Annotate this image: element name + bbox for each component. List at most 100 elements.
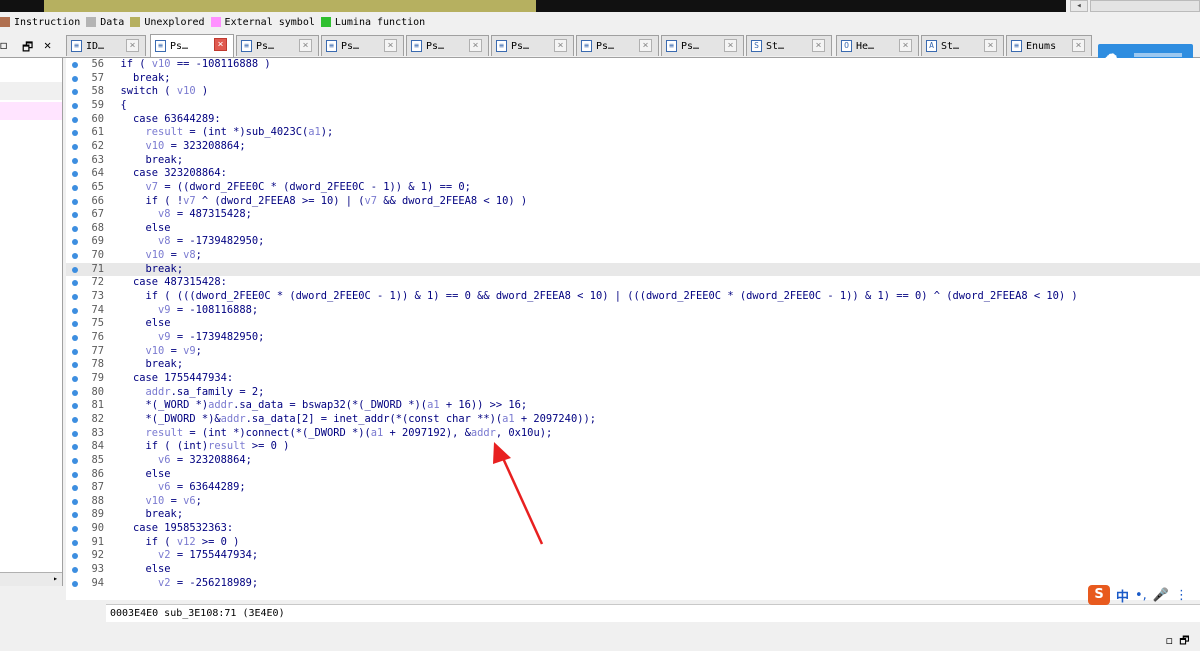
tab-close-icon[interactable]: × [639, 39, 652, 52]
breakpoint-dot-icon[interactable] [72, 294, 78, 301]
code-line[interactable]: 69 v8 = -1739482950; [66, 235, 1200, 249]
ime-punctuation-toggle[interactable]: •, [1135, 588, 1147, 603]
code-line[interactable]: 77 v10 = v9; [66, 345, 1200, 359]
nav-scrollbar[interactable] [1090, 0, 1200, 12]
tab-pseudocode[interactable]: ≡ Ps… × [150, 34, 234, 57]
breakpoint-dot-icon[interactable] [72, 416, 78, 423]
tab-pseudocode[interactable]: ≡ Ps… × [491, 35, 574, 56]
code-line[interactable]: 82 *(_DWORD *)&addr.sa_data[2] = inet_ad… [66, 413, 1200, 427]
more-options-icon[interactable]: ⋮ [1175, 588, 1188, 603]
ime-toolbar[interactable]: S 中 •, 🎤 ⋮ [1088, 584, 1188, 606]
tab-close-icon[interactable]: × [126, 39, 139, 52]
code-line[interactable]: 80 addr.sa_family = 2; [66, 386, 1200, 400]
breakpoint-dot-icon[interactable] [72, 212, 78, 219]
code-line[interactable]: 58 switch ( v10 ) [66, 85, 1200, 99]
code-line[interactable]: 74 v9 = -108116888; [66, 304, 1200, 318]
code-line[interactable]: 75 else [66, 317, 1200, 331]
code-line[interactable]: 66 if ( !v7 ^ (dword_2FEEA8 >= 10) | (v7… [66, 195, 1200, 209]
breakpoint-dot-icon[interactable] [72, 157, 78, 164]
code-line[interactable]: 57 break; [66, 72, 1200, 86]
tab-close-icon[interactable]: × [469, 39, 482, 52]
tab-pseudocode[interactable]: ≡ Ps… × [661, 35, 744, 56]
tab-close-icon[interactable]: × [812, 39, 825, 52]
breakpoint-dot-icon[interactable] [72, 116, 78, 123]
code-line[interactable]: 91 if ( v12 >= 0 ) [66, 536, 1200, 550]
tab-close-icon[interactable]: × [899, 39, 912, 52]
breakpoint-dot-icon[interactable] [72, 553, 78, 560]
breakpoint-dot-icon[interactable] [72, 471, 78, 478]
code-line[interactable]: 72 case 487315428: [66, 276, 1200, 290]
code-line[interactable]: 79 case 1755447934: [66, 372, 1200, 386]
breakpoint-dot-icon[interactable] [72, 389, 78, 396]
code-line[interactable]: 93 else [66, 563, 1200, 577]
code-line[interactable]: 81 *(_WORD *)addr.sa_data = bswap32(*(_D… [66, 399, 1200, 413]
restore-icon[interactable]: 🗗 [22, 38, 33, 59]
breakpoint-dot-icon[interactable] [72, 567, 78, 574]
code-line[interactable]: 59 { [66, 99, 1200, 113]
breakpoint-dot-icon[interactable] [72, 580, 78, 587]
breakpoint-dot-icon[interactable] [72, 280, 78, 287]
code-line[interactable]: 63 break; [66, 154, 1200, 168]
breakpoint-dot-icon[interactable] [72, 362, 78, 369]
breakpoint-dot-icon[interactable] [72, 539, 78, 546]
code-line[interactable]: 90 case 1958532363: [66, 522, 1200, 536]
breakpoint-dot-icon[interactable] [72, 444, 78, 451]
tab-close-icon[interactable]: × [984, 39, 997, 52]
function-row[interactable] [0, 82, 62, 100]
tab-close-icon[interactable]: × [299, 39, 312, 52]
code-line[interactable]: 62 v10 = 323208864; [66, 140, 1200, 154]
tab-ida-view[interactable]: ≡ ID… × [66, 35, 146, 56]
breakpoint-dot-icon[interactable] [72, 102, 78, 109]
sogou-logo-icon[interactable]: S [1088, 585, 1110, 605]
scroll-left-button[interactable]: ◂ [1070, 0, 1088, 12]
breakpoint-dot-icon[interactable] [72, 266, 78, 273]
breakpoint-dot-icon[interactable] [72, 457, 78, 464]
tab-close-icon[interactable]: × [724, 39, 737, 52]
horizontal-scrollbar[interactable]: ▸ [0, 572, 62, 586]
breakpoint-dot-icon[interactable] [72, 403, 78, 410]
tab-pseudocode[interactable]: ≡ Ps… × [406, 35, 489, 56]
code-line[interactable]: 67 v8 = 487315428; [66, 208, 1200, 222]
breakpoint-dot-icon[interactable] [72, 321, 78, 328]
code-line[interactable]: 89 break; [66, 508, 1200, 522]
code-line[interactable]: 60 case 63644289: [66, 113, 1200, 127]
panel-menu-icon[interactable]: ◻ [0, 38, 7, 52]
code-line[interactable]: 65 v7 = ((dword_2FEE0C * (dword_2FEE0C -… [66, 181, 1200, 195]
breakpoint-dot-icon[interactable] [72, 62, 78, 68]
pseudocode-editor[interactable]: 56 if ( v10 == -108116888 ) 57 break; 58 s… [66, 58, 1200, 600]
breakpoint-dot-icon[interactable] [72, 375, 78, 382]
code-line[interactable]: 85 v6 = 323208864; [66, 454, 1200, 468]
tab-pseudocode[interactable]: ≡ Ps… × [321, 35, 404, 56]
close-icon[interactable]: ✕ [44, 38, 51, 52]
breakpoint-dot-icon[interactable] [72, 184, 78, 191]
code-line[interactable]: 70 v10 = v8; [66, 249, 1200, 263]
tab-hex-view[interactable]: O He… × [836, 35, 919, 56]
breakpoint-dot-icon[interactable] [72, 89, 78, 96]
breakpoint-dot-icon[interactable] [72, 198, 78, 205]
breakpoint-dot-icon[interactable] [72, 498, 78, 505]
code-line[interactable]: 76 v9 = -1739482950; [66, 331, 1200, 345]
breakpoint-dot-icon[interactable] [72, 75, 78, 82]
ime-language-toggle[interactable]: 中 [1116, 586, 1129, 605]
breakpoint-dot-icon[interactable] [72, 307, 78, 314]
breakpoint-dot-icon[interactable] [72, 143, 78, 150]
tab-close-icon[interactable]: × [554, 39, 567, 52]
bottom-restore-icon[interactable]: ◻ 🗗 [1166, 632, 1190, 651]
code-line[interactable]: 56 if ( v10 == -108116888 ) [66, 58, 1200, 72]
tab-structures[interactable]: A St… × [921, 35, 1004, 56]
microphone-icon[interactable]: 🎤 [1153, 588, 1169, 603]
breakpoint-dot-icon[interactable] [72, 430, 78, 437]
code-line[interactable]: 83 result = (int *)connect(*(_DWORD *)(a… [66, 427, 1200, 441]
code-line[interactable]: 88 v10 = v6; [66, 495, 1200, 509]
tab-enums[interactable]: ≡ Enums × [1006, 35, 1092, 56]
tab-pseudocode[interactable]: ≡ Ps… × [576, 35, 659, 56]
breakpoint-dot-icon[interactable] [72, 335, 78, 341]
breakpoint-dot-icon[interactable] [72, 225, 78, 232]
code-line[interactable]: 73 if ( (((dword_2FEE0C * (dword_2FEE0C … [66, 290, 1200, 304]
code-line[interactable]: 64 case 323208864: [66, 167, 1200, 181]
breakpoint-dot-icon[interactable] [72, 239, 78, 246]
code-line[interactable]: 94 v2 = -256218989; [66, 577, 1200, 591]
code-line[interactable]: 68 else [66, 222, 1200, 236]
tab-close-icon[interactable]: × [214, 38, 227, 51]
code-line[interactable]: 61 result = (int *)sub_4023C(a1); [66, 126, 1200, 140]
